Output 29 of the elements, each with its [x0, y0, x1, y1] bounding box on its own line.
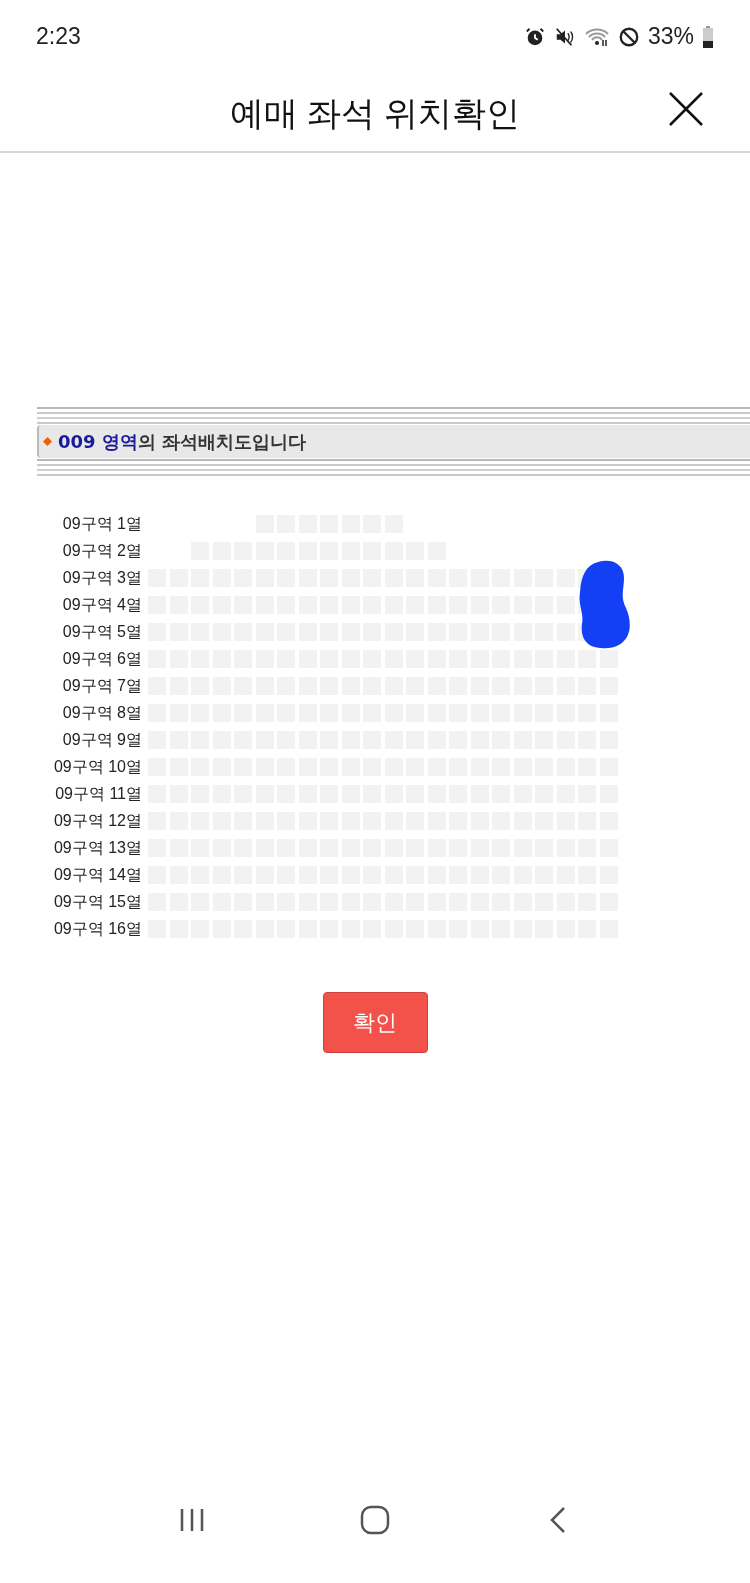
row-label: 09구역 3열: [61, 568, 143, 588]
row-label: 09구역 15열: [52, 892, 143, 912]
banner-text: 009 영역의 좌석배치도입니다: [58, 430, 307, 454]
row-label: 09구역 16열: [52, 919, 143, 939]
do-not-disturb-icon: [617, 25, 640, 48]
alarm-icon: [523, 25, 546, 48]
row-label: 09구역 2열: [61, 541, 143, 561]
diamond-icon: [43, 437, 52, 446]
row-label: 09구역 11열: [54, 784, 143, 804]
status-time: 2:23: [36, 22, 81, 52]
row-label: 09구역 8열: [61, 703, 143, 723]
battery-percent: 33%: [647, 22, 694, 52]
home-icon: [360, 1505, 390, 1535]
row-label: 09구역 7열: [61, 676, 143, 696]
row-label: 09구역 1열: [61, 514, 143, 534]
close-icon: [668, 91, 704, 127]
mute-icon: [553, 25, 576, 48]
row-label: 09구역 10열: [52, 757, 143, 777]
row-label: 09구역 5열: [61, 622, 143, 642]
row-label: 09구역 4열: [61, 595, 143, 615]
confirm-button[interactable]: 확인: [322, 992, 428, 1053]
seat: [599, 650, 618, 668]
battery-icon: [702, 25, 714, 48]
row-label: 09구역 9열: [61, 730, 143, 750]
row-label: 09구역 13열: [52, 838, 143, 858]
row-label: 09구역 12열: [52, 811, 143, 831]
row-label: 09구역 6열: [61, 649, 143, 669]
row-label: 09구역 14열: [52, 865, 143, 885]
page-title: 예매 좌석 위치확인: [229, 92, 521, 134]
